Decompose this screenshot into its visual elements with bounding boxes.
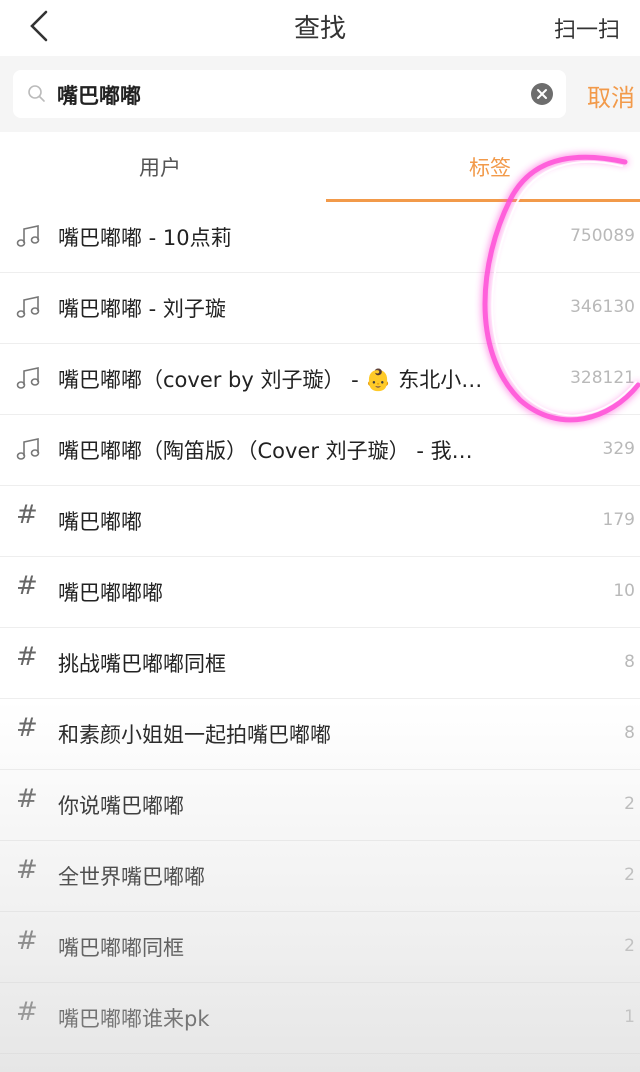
hashtag-icon: # <box>16 784 38 814</box>
list-item-label: 嘴巴嘟嘟（cover by 刘子璇） - 👶 东北小… <box>58 368 483 392</box>
page-title: 查找 <box>293 14 346 44</box>
list-item[interactable]: # 你说嘴巴嘟嘟 2 <box>0 770 640 841</box>
list-item[interactable]: # 嘴巴嘟嘟谁来pk 1 <box>0 983 640 1054</box>
list-item-count: 346130 <box>570 297 635 317</box>
search-bar: 嘴巴嘟嘟 <box>0 56 640 132</box>
list-item-label: 你说嘴巴嘟嘟 <box>58 794 184 818</box>
list-item-count: 2 <box>624 936 635 956</box>
tab-users[interactable]: 用户 <box>0 152 320 182</box>
list-item[interactable]: 嘴巴嘟嘟（陶笛版）（Cover 刘子璇） - 我… 329 <box>0 415 640 486</box>
top-bar: 查找 扫一扫 <box>0 0 640 56</box>
list-item-label: 嘴巴嘟嘟谁来pk <box>58 1007 210 1031</box>
list-item-label: 嘴巴嘟嘟 - 10点莉 <box>58 226 232 250</box>
list-item-count: 179 <box>602 510 635 530</box>
list-item[interactable]: 嘴巴嘟嘟 - 10点莉 750089 <box>0 202 640 273</box>
list-item-count: 750089 <box>570 226 635 246</box>
list-item-count: 10 <box>613 581 635 601</box>
search-icon <box>28 85 45 102</box>
search-query-text: 嘴巴嘟嘟 <box>57 84 141 108</box>
music-note-icon <box>16 296 40 318</box>
hashtag-icon: # <box>16 926 38 956</box>
hashtag-icon: # <box>16 571 38 601</box>
list-item-count: 2 <box>624 794 635 814</box>
music-note-icon <box>16 225 40 247</box>
list-item-count: 8 <box>624 652 635 672</box>
list-item[interactable]: # 嘴巴嘟嘟 179 <box>0 486 640 557</box>
search-input[interactable]: 嘴巴嘟嘟 <box>13 70 566 118</box>
list-item[interactable]: # 和素颜小姐姐一起拍嘴巴嘟嘟 8 <box>0 699 640 770</box>
list-item-label: 嘴巴嘟嘟 - 刘子璇 <box>58 297 226 321</box>
list-item[interactable]: 嘴巴嘟嘟（cover by 刘子璇） - 👶 东北小… 328121 <box>0 344 640 415</box>
list-item-label: 嘴巴嘟嘟嘟 <box>58 581 163 605</box>
hashtag-icon: # <box>16 855 38 885</box>
list-item-count: 8 <box>624 723 635 743</box>
list-item[interactable]: 嘴巴嘟嘟 - 刘子璇 346130 <box>0 273 640 344</box>
hashtag-icon: # <box>16 500 38 530</box>
list-item-count: 1 <box>624 1007 635 1027</box>
list-item-count: 328121 <box>570 368 635 388</box>
list-item-label: 嘴巴嘟嘟（陶笛版）（Cover 刘子璇） - 我… <box>58 439 473 463</box>
tab-tags[interactable]: 标签 <box>330 152 640 182</box>
cancel-button[interactable]: 取消 <box>587 78 635 113</box>
results-list: 嘴巴嘟嘟 - 10点莉 750089 嘴巴嘟嘟 - 刘子璇 346130 嘴巴嘟… <box>0 202 640 1054</box>
list-item-label: 挑战嘴巴嘟嘟同框 <box>58 652 226 676</box>
scan-button[interactable]: 扫一扫 <box>554 12 620 44</box>
music-note-icon <box>16 438 40 460</box>
list-item[interactable]: # 嘴巴嘟嘟同框 2 <box>0 912 640 983</box>
list-item-label: 和素颜小姐姐一起拍嘴巴嘟嘟 <box>58 723 331 747</box>
list-item-count: 329 <box>602 439 635 459</box>
list-item[interactable]: # 嘴巴嘟嘟嘟 10 <box>0 557 640 628</box>
hashtag-icon: # <box>16 713 38 743</box>
list-item-count: 2 <box>624 865 635 885</box>
list-item-label: 全世界嘴巴嘟嘟 <box>58 865 205 889</box>
list-item[interactable]: # 挑战嘴巴嘟嘟同框 8 <box>0 628 640 699</box>
list-item[interactable]: # 全世界嘴巴嘟嘟 2 <box>0 841 640 912</box>
clear-icon[interactable] <box>530 82 554 106</box>
list-item-label: 嘴巴嘟嘟同框 <box>58 936 184 960</box>
tab-bar: 用户 标签 <box>0 132 640 203</box>
hashtag-icon: # <box>16 642 38 672</box>
music-note-icon <box>16 367 40 389</box>
hashtag-icon: # <box>16 997 38 1027</box>
list-item-label: 嘴巴嘟嘟 <box>58 510 142 534</box>
